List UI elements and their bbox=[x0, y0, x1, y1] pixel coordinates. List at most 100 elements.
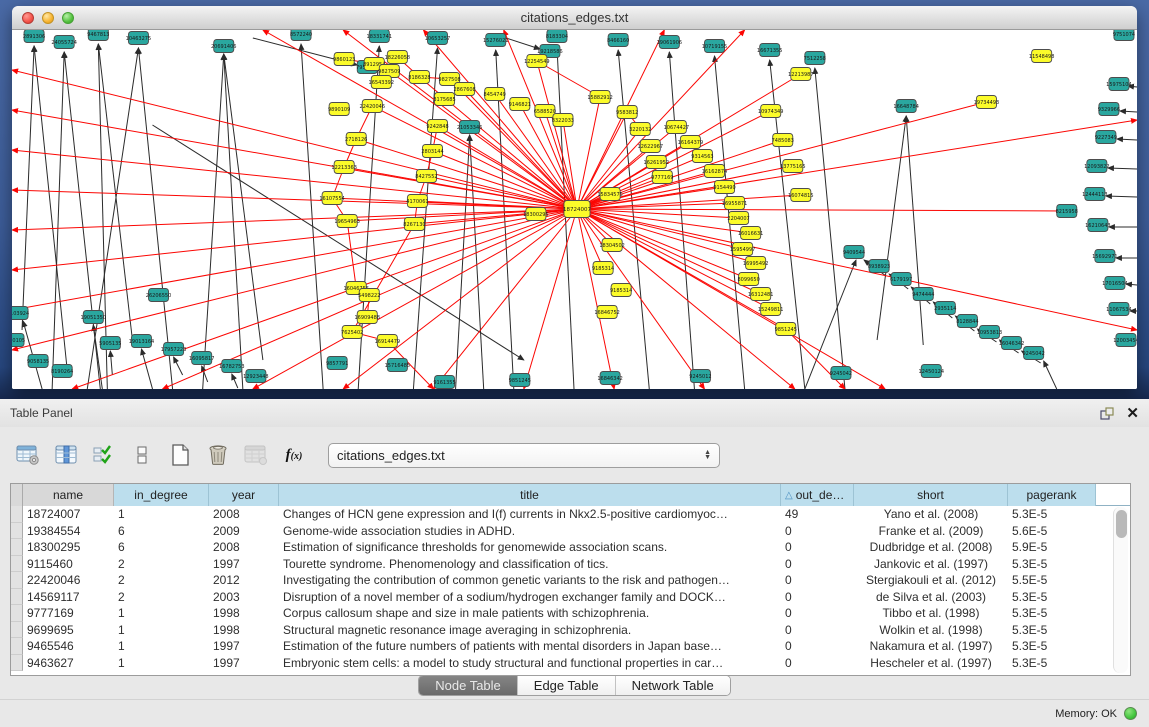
cell-year: 2008 bbox=[209, 539, 279, 556]
cell-title: Corpus callosum shape and size in male p… bbox=[279, 605, 781, 622]
graph-node-label: 10719155 bbox=[702, 44, 727, 50]
table-scrollbar[interactable] bbox=[1113, 507, 1128, 673]
graph-node-label: 18724007 bbox=[563, 207, 592, 213]
network-canvas[interactable]: 2891306240557249467813104632752069140685… bbox=[12, 30, 1137, 389]
cell-name: 9699695 bbox=[23, 622, 114, 639]
table-row[interactable]: 1872400712008Changes of HCN gene express… bbox=[11, 506, 1130, 523]
cell-out_degree: 0 bbox=[781, 572, 854, 589]
traffic-lights bbox=[22, 6, 74, 30]
column-header-year[interactable]: year bbox=[209, 484, 279, 506]
graph-node-label: 9827508 bbox=[438, 77, 460, 83]
column-header-label: title bbox=[520, 488, 539, 502]
cell-year: 2012 bbox=[209, 572, 279, 589]
column-header-label: pagerank bbox=[1026, 488, 1076, 502]
delete-table-icon bbox=[242, 442, 270, 468]
table-select[interactable]: citations_edges.txt ▲▼ bbox=[328, 443, 720, 468]
graph-node-label: 16016631 bbox=[738, 231, 763, 237]
graph-node-label: 15882912 bbox=[587, 95, 612, 101]
node-table: namein_degreeyear title △out_de…short pager… bbox=[10, 483, 1131, 676]
cell-name: 22420046 bbox=[23, 572, 114, 589]
select-rows-icon[interactable] bbox=[90, 442, 118, 468]
column-header-short[interactable]: short bbox=[854, 484, 1008, 506]
graph-node-label: 16914479 bbox=[375, 339, 400, 345]
row-gutter bbox=[11, 605, 23, 622]
cell-short: Tibbo et al. (1998) bbox=[854, 605, 1008, 622]
cell-pagerank: 5.3E-5 bbox=[1008, 556, 1096, 573]
network-window-titlebar[interactable]: citations_edges.txt bbox=[12, 6, 1137, 30]
graph-node-label: 8103924 bbox=[12, 311, 29, 317]
graph-node-label: 9161355 bbox=[433, 380, 455, 386]
column-selector-icon[interactable] bbox=[52, 442, 80, 468]
table-row[interactable]: 977716911998Corpus callosum shape and si… bbox=[11, 605, 1130, 622]
row-gutter bbox=[11, 589, 23, 606]
graph-node-label: 15954997 bbox=[730, 247, 755, 253]
cell-in_degree: 2 bbox=[114, 589, 209, 606]
cell-title: Embryonic stem cells: a model to study s… bbox=[279, 655, 781, 672]
cell-pagerank: 5.3E-5 bbox=[1008, 622, 1096, 639]
graph-node-label: 12444113 bbox=[1082, 192, 1107, 198]
row-gutter bbox=[11, 622, 23, 639]
cell-pagerank: 5.3E-5 bbox=[1008, 655, 1096, 672]
table-row[interactable]: 911546021997Tourette syndrome. Phenomeno… bbox=[11, 556, 1130, 573]
float-panel-icon[interactable] bbox=[1100, 407, 1114, 420]
cell-name: 9463627 bbox=[23, 655, 114, 672]
cell-title: Investigating the contribution of common… bbox=[279, 572, 781, 589]
network-graph[interactable]: 2891306240557249467813104632752069140685… bbox=[12, 30, 1137, 389]
tab-edge-table[interactable]: Edge Table bbox=[518, 676, 616, 695]
row-gutter bbox=[11, 655, 23, 672]
scrollbar-thumb[interactable] bbox=[1116, 510, 1127, 538]
graph-node-label: 5498222 bbox=[358, 293, 380, 299]
table-row[interactable]: 969969511998Structural magnetic resonanc… bbox=[11, 622, 1130, 639]
cell-name: 18300295 bbox=[23, 539, 114, 556]
statusbar: Memory: OK bbox=[0, 699, 1149, 727]
graph-node-label: 2718126 bbox=[345, 137, 367, 143]
table-settings-icon[interactable] bbox=[14, 442, 42, 468]
cell-year: 1998 bbox=[209, 605, 279, 622]
table-panel-title: Table Panel bbox=[10, 406, 73, 420]
function-builder-icon[interactable]: f(x) bbox=[280, 442, 308, 468]
graph-node-label: 24055724 bbox=[51, 40, 76, 46]
graph-node-label: 15276021 bbox=[483, 38, 508, 44]
cell-in_degree: 1 bbox=[114, 638, 209, 655]
table-row[interactable]: 1830029562008Estimation of significance … bbox=[11, 539, 1130, 556]
cell-year: 1998 bbox=[209, 622, 279, 639]
close-panel-icon[interactable]: ✕ bbox=[1126, 406, 1139, 421]
graph-node-label: 17957223 bbox=[161, 347, 186, 353]
column-header-pagerank[interactable]: pagerank bbox=[1008, 484, 1096, 506]
graph-node-label: 6588520 bbox=[534, 109, 556, 115]
close-window-button[interactable] bbox=[22, 12, 34, 24]
screen: citations_edges.txt 28913062405572494678… bbox=[0, 0, 1149, 727]
table-row[interactable]: 946554611997Estimation of the future num… bbox=[11, 638, 1130, 655]
row-boxes-icon[interactable] bbox=[128, 442, 156, 468]
column-header-title[interactable]: title bbox=[279, 484, 781, 506]
row-gutter bbox=[11, 556, 23, 573]
create-table-icon[interactable] bbox=[166, 442, 194, 468]
sort-ascending-icon: △ bbox=[785, 490, 793, 501]
cell-pagerank: 5.9E-5 bbox=[1008, 539, 1096, 556]
memory-status-indicator bbox=[1124, 707, 1137, 720]
table-panel: Table Panel ✕ bbox=[0, 399, 1149, 727]
cell-name: 14569117 bbox=[23, 589, 114, 606]
tab-node-table[interactable]: Node Table bbox=[419, 676, 518, 695]
trash-icon[interactable] bbox=[204, 442, 232, 468]
graph-node-label: 9329966 bbox=[1098, 107, 1120, 113]
minimize-window-button[interactable] bbox=[42, 12, 54, 24]
cell-pagerank: 5.6E-5 bbox=[1008, 523, 1096, 540]
graph-node-label: 16164379 bbox=[678, 140, 703, 146]
zoom-window-button[interactable] bbox=[62, 12, 74, 24]
table-row[interactable]: 946362711997Embryonic stem cells: a mode… bbox=[11, 655, 1130, 672]
table-row[interactable]: 1456911722003Disruption of a novel membe… bbox=[11, 589, 1130, 606]
graph-node-label: 10974349 bbox=[758, 109, 783, 115]
cell-title: Structural magnetic resonance image aver… bbox=[279, 622, 781, 639]
cell-short: Wolkin et al. (1998) bbox=[854, 622, 1008, 639]
column-header-in_degree[interactable]: in_degree bbox=[114, 484, 209, 506]
tab-network-table[interactable]: Network Table bbox=[616, 676, 730, 695]
graph-node-label: 1750105 bbox=[12, 338, 25, 344]
table-row[interactable]: 1938455462009Genome-wide association stu… bbox=[11, 523, 1130, 540]
column-header-name[interactable]: name bbox=[23, 484, 114, 506]
table-row[interactable]: 2242004622012Investigating the contribut… bbox=[11, 572, 1130, 589]
column-header-out_degree[interactable]: △out_de… bbox=[781, 484, 854, 506]
select-arrows-icon: ▲▼ bbox=[704, 450, 711, 460]
graph-node-label: 18226058 bbox=[385, 55, 410, 61]
graph-node-label: 16046342 bbox=[999, 341, 1024, 347]
